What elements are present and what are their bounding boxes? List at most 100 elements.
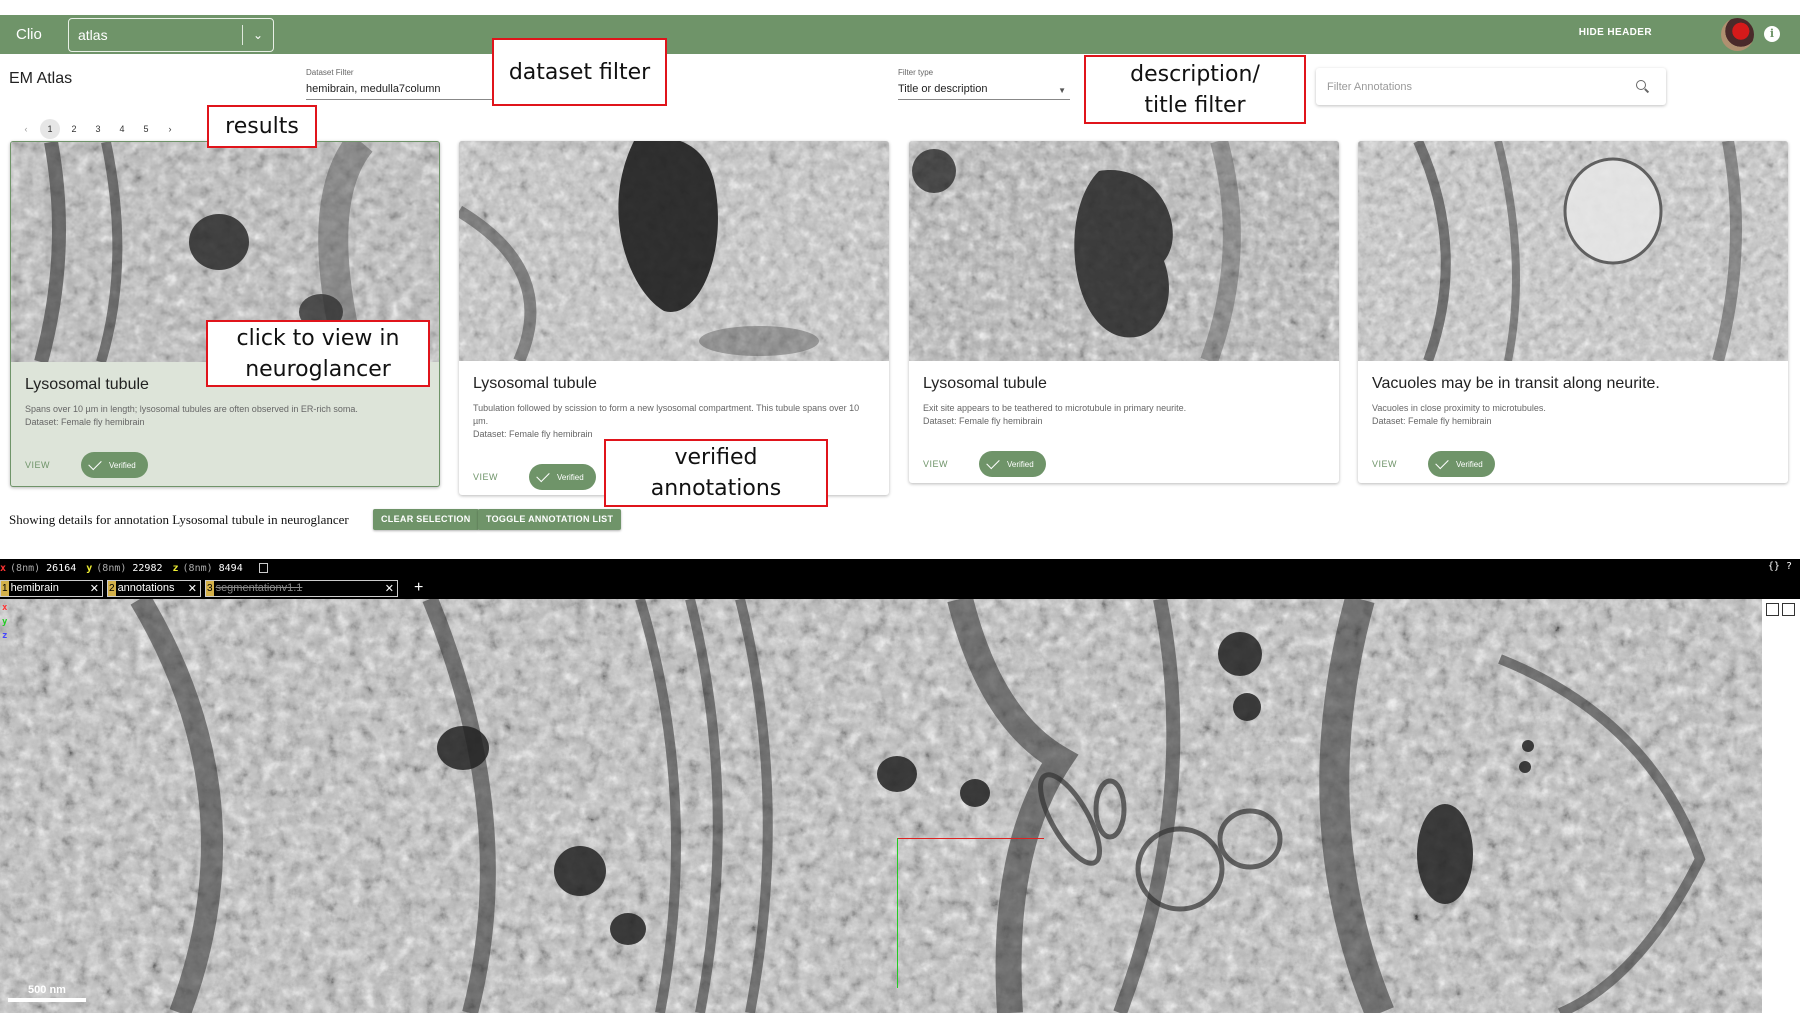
page-button-1[interactable]: 1 bbox=[40, 119, 60, 139]
page-button-2[interactable]: 2 bbox=[62, 119, 86, 139]
y-axis-label: y bbox=[86, 562, 93, 574]
json-help-buttons[interactable]: {} ? bbox=[1768, 561, 1792, 572]
card-dataset: Dataset: Female fly hemibrain bbox=[25, 417, 145, 427]
chevron-down-icon[interactable]: ⌄ bbox=[243, 28, 273, 42]
filter-type-select[interactable]: Filter type Title or description ▼ bbox=[898, 68, 1070, 100]
layer-index: 1 bbox=[1, 580, 9, 596]
z-unit: (8nm) bbox=[182, 562, 213, 574]
verified-chip[interactable]: Verified bbox=[979, 451, 1046, 477]
add-layer-icon[interactable]: + bbox=[414, 579, 423, 597]
page-button-4[interactable]: 4 bbox=[110, 119, 134, 139]
check-icon bbox=[536, 468, 550, 482]
y-coordinate[interactable]: 22982 bbox=[132, 563, 162, 574]
info-icon[interactable]: i bbox=[1764, 26, 1780, 42]
layer-tabs: 1 hemibrain ✕ 2 annotations ✕ 3 segmenta… bbox=[0, 579, 423, 597]
layer-tab-annotations[interactable]: 2 annotations ✕ bbox=[107, 579, 201, 597]
verified-chip[interactable]: Verified bbox=[1428, 451, 1495, 477]
app-header: Clio atlas ⌄ HIDE HEADER i bbox=[0, 15, 1800, 54]
card-title: Lysosomal tubule bbox=[923, 375, 1047, 392]
card-description: Vacuoles in close proximity to microtubu… bbox=[1372, 403, 1546, 413]
coordinate-bar: x (8nm) 26164 y (8nm) 22982 z (8nm) 8494 bbox=[0, 559, 1800, 577]
view-button[interactable]: VIEW bbox=[1372, 459, 1428, 469]
callout-click-line1: click to view in bbox=[236, 325, 400, 351]
callout-verified-line2: annotations bbox=[650, 476, 782, 501]
view-button[interactable]: VIEW bbox=[473, 472, 529, 482]
view-button[interactable]: VIEW bbox=[923, 459, 979, 469]
close-icon[interactable]: ✕ bbox=[90, 582, 99, 595]
callout-results-text: results bbox=[225, 114, 299, 139]
avatar[interactable] bbox=[1721, 18, 1754, 51]
copy-icon[interactable] bbox=[258, 563, 268, 573]
brand-logo[interactable]: Clio bbox=[16, 26, 68, 43]
z-axis-label: z bbox=[172, 562, 179, 574]
em-slice-view[interactable]: x y z 500 nm bbox=[0, 599, 1762, 1013]
callout-verified-annotations: verified annotations bbox=[604, 439, 828, 507]
dataset-filter-input[interactable]: Dataset Filter hemibrain, medulla7column bbox=[306, 68, 496, 100]
annotation-search-input[interactable]: Filter Annotations bbox=[1316, 68, 1666, 105]
verified-chip[interactable]: Verified bbox=[81, 452, 148, 478]
layer-index: 3 bbox=[206, 580, 214, 596]
axis-y-label: y bbox=[2, 617, 8, 627]
z-coordinate[interactable]: 8494 bbox=[219, 563, 243, 574]
callout-verified-line1: verified bbox=[674, 445, 758, 470]
pagination: ‹ 1 2 3 4 5 › bbox=[14, 119, 182, 139]
verified-label: Verified bbox=[557, 472, 584, 482]
layer-tab-hemibrain[interactable]: 1 hemibrain ✕ bbox=[0, 579, 103, 597]
maximize-icon[interactable] bbox=[1782, 603, 1795, 616]
card-dataset: Dataset: Female fly hemibrain bbox=[923, 416, 1043, 426]
verified-label: Verified bbox=[109, 460, 136, 470]
scale-bar: 500 nm bbox=[8, 984, 86, 1002]
view-button[interactable]: VIEW bbox=[25, 460, 81, 470]
check-icon bbox=[88, 456, 102, 470]
layout-icon[interactable] bbox=[1766, 603, 1779, 616]
crosshair-y bbox=[897, 838, 898, 988]
verified-chip[interactable]: Verified bbox=[529, 464, 596, 490]
card-description: Tubulation followed by scission to form … bbox=[473, 403, 860, 426]
dropdown-arrow-icon: ▼ bbox=[1058, 86, 1066, 95]
prev-page-icon[interactable]: ‹ bbox=[14, 119, 38, 139]
page-button-3[interactable]: 3 bbox=[86, 119, 110, 139]
x-unit: (8nm) bbox=[10, 562, 41, 574]
annotation-card[interactable]: Lysosomal tubule Exit site appears to be… bbox=[909, 141, 1339, 483]
dataset-filter-value: hemibrain, medulla7column bbox=[306, 83, 441, 95]
crosshair-x bbox=[897, 838, 1044, 839]
verified-label: Verified bbox=[1007, 459, 1034, 469]
x-coordinate[interactable]: 26164 bbox=[46, 563, 76, 574]
layer-index: 2 bbox=[108, 580, 116, 596]
y-unit: (8nm) bbox=[96, 562, 127, 574]
em-thumbnail[interactable] bbox=[909, 141, 1339, 361]
layer-name: segmentationv1.1 bbox=[215, 582, 303, 594]
axis-z-label: z bbox=[2, 631, 8, 641]
hide-header-button[interactable]: HIDE HEADER bbox=[1579, 27, 1652, 38]
next-page-icon[interactable]: › bbox=[158, 119, 182, 139]
dataset-select-value: atlas bbox=[78, 26, 108, 43]
check-icon bbox=[986, 455, 1000, 469]
page-button-5[interactable]: 5 bbox=[134, 119, 158, 139]
em-thumbnail[interactable] bbox=[459, 141, 889, 361]
close-icon[interactable]: ✕ bbox=[385, 582, 394, 595]
layer-name: annotations bbox=[117, 582, 175, 594]
layer-tab-segmentation[interactable]: 3 segmentationv1.1 ✕ bbox=[205, 579, 398, 597]
callout-click-line2: neuroglancer bbox=[245, 356, 391, 382]
filter-type-label: Filter type bbox=[898, 68, 934, 77]
neuroglancer-viewer[interactable]: x (8nm) 26164 y (8nm) 22982 z (8nm) 8494… bbox=[0, 559, 1800, 1013]
x-axis-label: x bbox=[0, 562, 7, 574]
dataset-filter-label: Dataset Filter bbox=[306, 68, 354, 77]
card-description: Exit site appears to be teathered to mic… bbox=[923, 403, 1187, 413]
annotation-card[interactable]: Vacuoles may be in transit along neurite… bbox=[1358, 141, 1788, 483]
dataset-select[interactable]: atlas ⌄ bbox=[68, 17, 274, 52]
card-title: Vacuoles may be in transit along neurite… bbox=[1372, 375, 1660, 392]
clear-selection-button[interactable]: CLEAR SELECTION bbox=[373, 509, 479, 530]
search-placeholder: Filter Annotations bbox=[1327, 80, 1412, 93]
annotation-card[interactable]: Lysosomal tubule Spans over 10 µm in len… bbox=[10, 141, 440, 487]
toggle-annotation-list-button[interactable]: TOGGLE ANNOTATION LIST bbox=[478, 509, 622, 530]
clio-page: Clio atlas ⌄ HIDE HEADER i EM Atlas Data… bbox=[0, 0, 1800, 1013]
selection-details-text: Showing details for annotation Lysosomal… bbox=[9, 512, 349, 527]
callout-dataset-filter-text: dataset filter bbox=[508, 59, 651, 85]
card-title: Lysosomal tubule bbox=[473, 375, 597, 392]
callout-dataset-filter: dataset filter bbox=[492, 38, 667, 106]
search-icon[interactable] bbox=[1636, 79, 1650, 94]
close-icon[interactable]: ✕ bbox=[188, 582, 197, 595]
callout-results: results bbox=[207, 105, 317, 148]
em-thumbnail[interactable] bbox=[1358, 141, 1788, 361]
